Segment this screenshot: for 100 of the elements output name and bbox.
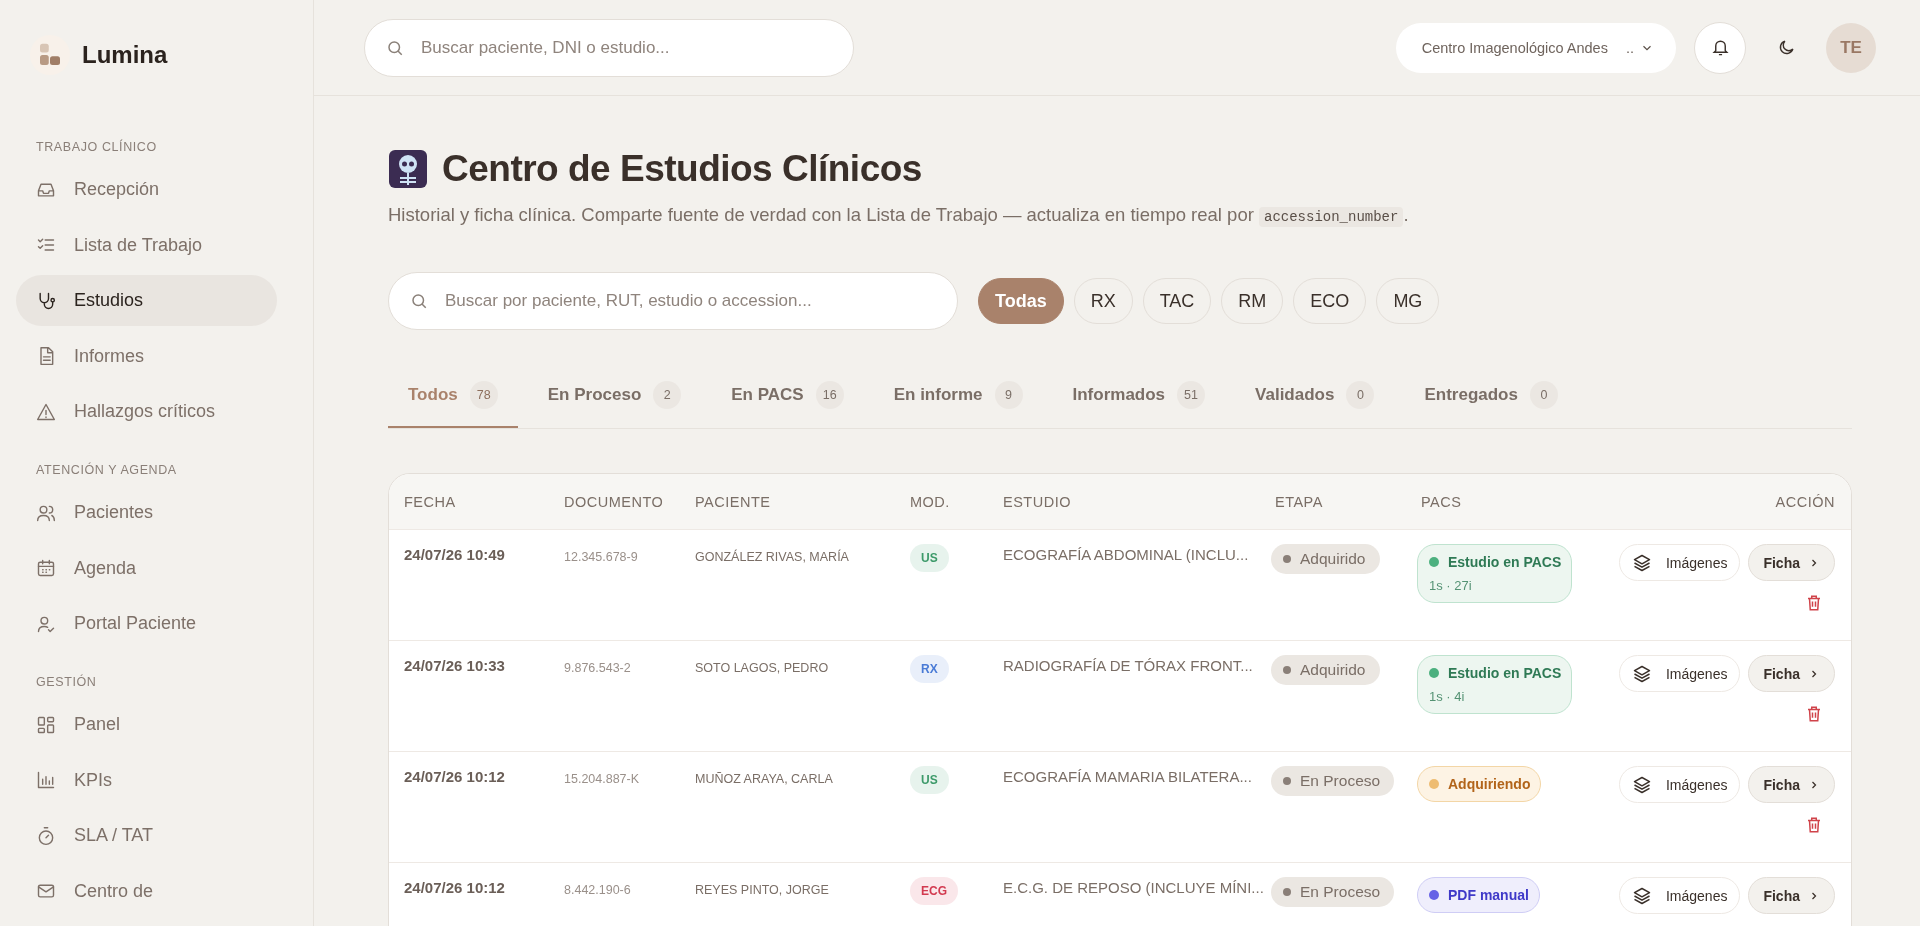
stage-badge: En Proceso: [1271, 877, 1395, 907]
tab-count: 9: [994, 381, 1023, 409]
column-header: ACCIÓN: [1774, 493, 1835, 510]
table-cell-text: SOTO LAGOS, PEDRO: [695, 660, 830, 677]
table-cell-text: GONZÁLEZ RIVAS, MARÍA: [695, 548, 850, 566]
images-button[interactable]: Imágenes: [1618, 544, 1741, 581]
calendar-icon: [36, 558, 56, 578]
table-cell-text: 12.345.678-9: [564, 549, 639, 566]
search-icon: [386, 38, 404, 57]
stethoscope-icon: [36, 290, 56, 311]
status-tab[interactable]: En PACS 16: [711, 364, 864, 428]
table-cell-text: E.C.G. DE REPOSO (INCLUYE MÍNI...: [1003, 878, 1265, 898]
column-header: PACIENTE: [695, 493, 772, 510]
pacs-status-badge: Estudio en PACS 1s · 27i: [1417, 544, 1573, 603]
modality-filter-chip[interactable]: Todas: [978, 278, 1064, 324]
modality-filter-chip[interactable]: TAC: [1142, 278, 1212, 324]
pacs-status-badge: Estudio en PACS 1s · 4i: [1417, 655, 1573, 714]
layers-icon: [1631, 552, 1652, 573]
table-cell-text: 24/07/26 10:12: [404, 767, 506, 787]
warning-icon: [36, 401, 56, 422]
pacs-detail: 1s · 27i: [1429, 578, 1473, 593]
tab-count: 0: [1529, 381, 1558, 409]
table-cell-text: ECOGRAFÍA MAMARIA BILATERA...: [1003, 767, 1253, 787]
sidebar-item[interactable]: Informes: [16, 330, 277, 382]
mail-icon: [36, 881, 56, 901]
table-cell-text: RADIOGRAFÍA DE TÓRAX FRONT...: [1003, 656, 1254, 676]
bars-icon: [36, 770, 56, 790]
stage-badge: Adquirido: [1271, 655, 1380, 685]
record-button[interactable]: Ficha: [1748, 877, 1835, 914]
record-button[interactable]: Ficha: [1748, 544, 1835, 581]
timer-icon: [36, 825, 56, 846]
pacs-status-badge: PDF manual: [1417, 877, 1540, 913]
sidebar-section-title: ATENCIÓN Y AGENDA: [35, 461, 178, 479]
table-cell-text: REYES PINTO, JORGE: [695, 882, 830, 899]
page-title: Centro de Estudios Clínicos: [442, 148, 922, 190]
sidebar-item[interactable]: Panel: [16, 699, 277, 750]
sidebar-section-title: GESTIÓN: [35, 673, 98, 691]
record-button[interactable]: Ficha: [1748, 766, 1835, 803]
trash-icon: [1805, 815, 1823, 835]
status-tab[interactable]: Informados 51: [1052, 364, 1226, 428]
images-button[interactable]: Imágenes: [1618, 766, 1741, 803]
column-header: MOD.: [910, 493, 951, 510]
status-tab[interactable]: En informe 9: [873, 364, 1043, 428]
column-header: ESTUDIO: [1003, 493, 1072, 510]
column-header: PACS: [1421, 493, 1463, 510]
images-button[interactable]: Imágenes: [1618, 655, 1741, 692]
table-cell-text: 15.204.887-K: [564, 771, 641, 788]
skeleton-icon: [388, 149, 428, 189]
modality-filter-chip[interactable]: MG: [1376, 278, 1440, 324]
trash-icon: [1805, 593, 1823, 613]
sidebar-item[interactable]: Centro de: [16, 865, 277, 917]
sidebar-section-title: TRABAJO CLÍNICO: [35, 138, 158, 156]
table-cell-text: 24/07/26 10:33: [404, 656, 506, 676]
status-tab[interactable]: Entregados 0: [1404, 364, 1578, 428]
sidebar-item[interactable]: Agenda: [16, 542, 277, 594]
status-tab[interactable]: En Proceso 2: [527, 364, 702, 428]
bell-icon: [1710, 38, 1730, 57]
column-header: ETAPA: [1275, 493, 1324, 510]
column-header: FECHA: [404, 493, 457, 510]
sidebar-item[interactable]: Pacientes: [16, 487, 277, 538]
trash-icon: [1805, 704, 1823, 724]
layers-icon: [1631, 885, 1652, 906]
table-cell-text: ECOGRAFÍA ABDOMINAL (INCLU...: [1003, 545, 1250, 565]
page-subtitle: Historial y ficha clínica. Comparte fuente de verdad con la Lista de Trabajo — actualiza en tiempo real por accession_number .: [388, 204, 1410, 226]
search-field[interactable]: Buscar paciente, DNI o estudio...: [364, 18, 854, 77]
sidebar-item[interactable]: KPIs: [16, 754, 277, 806]
layers-icon: [1631, 774, 1652, 795]
tab-count: 0: [1346, 381, 1375, 409]
modality-badge: US: [910, 766, 949, 794]
center-select[interactable]: Centro Imagenológico Andes ..: [1395, 22, 1676, 73]
sidebar-item[interactable]: SLA / TAT: [16, 810, 277, 861]
tab-count: 78: [469, 381, 498, 409]
sidebar-item[interactable]: Estudios: [16, 275, 277, 326]
brand-name: Lumina: [82, 41, 168, 69]
stage-badge: En Proceso: [1271, 766, 1395, 796]
search-field[interactable]: Buscar por paciente, RUT, estudio o accession...: [388, 272, 958, 330]
sidebar-item[interactable]: Recepción: [16, 164, 277, 215]
modality-badge: US: [910, 544, 949, 572]
user-avatar[interactable]: TE: [1826, 22, 1876, 73]
layers-icon: [1631, 663, 1652, 684]
images-button[interactable]: Imágenes: [1618, 877, 1741, 914]
record-button[interactable]: Ficha: [1748, 655, 1835, 692]
tab-count: 16: [815, 381, 844, 409]
modality-filter-chip[interactable]: RM: [1221, 278, 1284, 324]
pacs-status-badge: Adquiriendo: [1417, 766, 1542, 802]
search-icon: [410, 292, 428, 310]
sidebar-item[interactable]: Hallazgos críticos: [16, 386, 277, 437]
tab-count: 2: [653, 381, 682, 409]
tab-count: 51: [1177, 381, 1206, 409]
sidebar-item[interactable]: Portal Paciente: [16, 598, 277, 649]
grid-icon: [36, 714, 56, 735]
modality-filter-chip[interactable]: ECO: [1293, 278, 1367, 324]
status-tab[interactable]: Validados 0: [1235, 364, 1395, 428]
table-cell-text: 24/07/26 10:12: [404, 878, 506, 898]
table-cell-text: 24/07/26 10:49: [404, 545, 506, 565]
status-tab[interactable]: Todos 78: [388, 364, 518, 428]
modality-filter-chip[interactable]: RX: [1073, 278, 1133, 324]
stage-badge: Adquirido: [1271, 544, 1380, 574]
modality-badge: RX: [910, 655, 949, 683]
sidebar-item[interactable]: Lista de Trabajo: [16, 219, 277, 271]
